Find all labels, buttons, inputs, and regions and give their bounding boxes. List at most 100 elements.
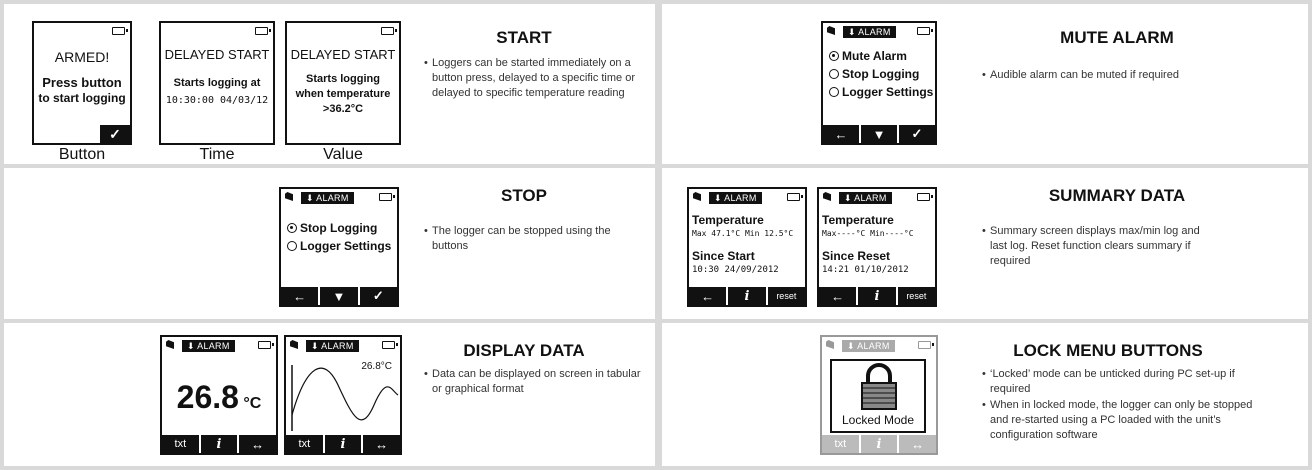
mute-alarm-panel: ⬇ ALARM Mute Alarm Stop Logging Logger S… [662, 4, 1308, 164]
menu-option[interactable]: Stop Logging [829, 67, 919, 81]
stop-bullets: The logger can be stopped using the butt… [424, 224, 634, 255]
reset-softkey[interactable]: reset [765, 287, 805, 305]
screen-line: >36.2°C [322, 103, 364, 115]
delayed-time-screen: DELAYED START Starts logging at 10:30:00… [159, 21, 275, 145]
summary-stats: Max 47.1°C Min 12.5°C [692, 229, 794, 238]
mute-title: MUTE ALARM [1060, 28, 1174, 47]
softkey-bar: txt i ↔ [162, 435, 276, 453]
wrench-softkey[interactable]: ↔ [361, 435, 400, 453]
stop-panel: ⬇ ALARM Stop Logging Logger Settings ← ▼… [4, 168, 655, 319]
summary-subheading: Since Reset [822, 249, 891, 263]
wrench-softkey: ↔ [897, 435, 936, 453]
lock-panel: ⬇ ALARM Locked Mode txt i ↔ LOCK MENU BU… [662, 323, 1308, 466]
summary-since-reset-screen: ⬇ ALARM Temperature Max----°C Min----°C … [817, 187, 937, 307]
screen-line: Starts logging [306, 73, 380, 85]
bell-icon [290, 340, 298, 349]
radio-icon [287, 241, 297, 251]
display-bullets: Data can be displayed on screen in tabul… [424, 367, 646, 398]
screen-line: DELAYED START [290, 47, 396, 62]
softkey-bar: txt i ↔ [822, 435, 936, 453]
summary-heading: Temperature [822, 213, 894, 227]
start-mode-label: Button [58, 146, 106, 163]
info-softkey[interactable]: i [322, 435, 362, 453]
reset-softkey[interactable]: reset [895, 287, 935, 305]
temperature-value: 26.8 [176, 379, 239, 415]
start-panel: ARMED! Press button to start logging ✓ B… [4, 4, 655, 164]
radio-icon [829, 87, 839, 97]
locked-mode-label: Locked Mode [841, 413, 915, 427]
txt-softkey[interactable]: txt [286, 435, 323, 453]
mute-alarm-screen: ⬇ ALARM Mute Alarm Stop Logging Logger S… [821, 21, 937, 145]
info-softkey: i [858, 435, 898, 453]
confirm-softkey[interactable]: ✓ [100, 125, 130, 143]
radio-selected-icon [829, 51, 839, 61]
info-softkey[interactable]: i [198, 435, 238, 453]
info-softkey[interactable]: i [856, 287, 895, 305]
info-softkey[interactable]: i [726, 287, 765, 305]
down-softkey[interactable]: ▼ [859, 125, 897, 143]
bell-icon [826, 340, 834, 349]
confirm-softkey[interactable]: ✓ [357, 287, 397, 305]
menu-option[interactable]: Mute Alarm [829, 49, 907, 63]
down-softkey[interactable]: ▼ [318, 287, 357, 305]
alarm-badge: ⬇ ALARM [839, 192, 892, 204]
locked-screen: ⬇ ALARM Locked Mode txt i ↔ [820, 335, 938, 455]
battery-icon [381, 27, 397, 35]
confirm-softkey[interactable]: ✓ [897, 125, 935, 143]
screen-line: 10:30:00 04/03/12 [165, 95, 269, 106]
battery-icon [917, 193, 933, 201]
bullet-item: Loggers can be started immediately on a … [424, 56, 646, 101]
mute-bullets: Audible alarm can be muted if required [982, 68, 1282, 84]
screen-line: Starts logging at [173, 77, 261, 89]
lock-title: LOCK MENU BUTTONS [1013, 341, 1203, 360]
softkey-bar: ← ▼ ✓ [281, 287, 397, 305]
back-softkey[interactable]: ← [819, 287, 856, 305]
screen-line: DELAYED START [164, 47, 270, 62]
battery-icon [787, 193, 803, 201]
back-softkey[interactable]: ← [689, 287, 726, 305]
summary-since-start-screen: ⬇ ALARM Temperature Max 47.1°C Min 12.5°… [687, 187, 807, 307]
menu-option[interactable]: Logger Settings [287, 239, 391, 253]
stop-screen: ⬇ ALARM Stop Logging Logger Settings ← ▼… [279, 187, 399, 307]
softkey-bar: txt i ↔ [286, 435, 400, 453]
option-label: Logger Settings [300, 239, 392, 253]
bell-icon [166, 340, 174, 349]
summary-subheading: Since Start [692, 249, 755, 263]
radio-selected-icon [287, 223, 297, 233]
battery-icon [258, 341, 274, 349]
menu-option[interactable]: Logger Settings [829, 85, 933, 99]
alarm-badge: ⬇ ALARM [306, 340, 359, 352]
back-softkey[interactable]: ← [823, 125, 859, 143]
start-mode-label: Time [199, 146, 235, 163]
bell-icon [693, 192, 701, 201]
option-label: Stop Logging [842, 67, 920, 81]
screen-line: to start logging [38, 91, 126, 105]
summary-title: SUMMARY DATA [1048, 186, 1186, 205]
alarm-badge: ⬇ ALARM [843, 26, 896, 38]
alarm-badge: ⬇ ALARM [709, 192, 762, 204]
graphical-display-screen: ⬇ ALARM 26.8°C txt i ↔ [284, 335, 402, 455]
option-label: Mute Alarm [842, 49, 907, 63]
bell-icon [285, 192, 293, 201]
delayed-value-screen: DELAYED START Starts logging when temper… [285, 21, 401, 145]
trend-line [291, 365, 399, 431]
softkey-bar: ← i reset [689, 287, 805, 305]
alarm-badge: ⬇ ALARM [842, 340, 895, 352]
back-softkey[interactable]: ← [281, 287, 318, 305]
menu-option[interactable]: Stop Logging [287, 221, 377, 235]
softkey-bar: ← i reset [819, 287, 935, 305]
wrench-softkey[interactable]: ↔ [237, 435, 276, 453]
temperature-unit: °C [243, 395, 262, 412]
txt-softkey[interactable]: txt [162, 435, 199, 453]
alarm-badge: ⬇ ALARM [301, 192, 354, 204]
display-title: DISPLAY DATA [463, 341, 585, 360]
battery-icon [918, 341, 934, 349]
summary-bullets: Summary screen displays max/min log and … [982, 224, 1212, 270]
txt-softkey: txt [834, 438, 847, 450]
battery-icon [255, 27, 271, 35]
summary-stats: Max----°C Min----°C [822, 229, 914, 238]
battery-icon [379, 193, 395, 201]
screen-line: Press button [42, 75, 122, 90]
radio-icon [829, 69, 839, 79]
summary-panel: ⬇ ALARM Temperature Max 47.1°C Min 12.5°… [662, 168, 1308, 319]
